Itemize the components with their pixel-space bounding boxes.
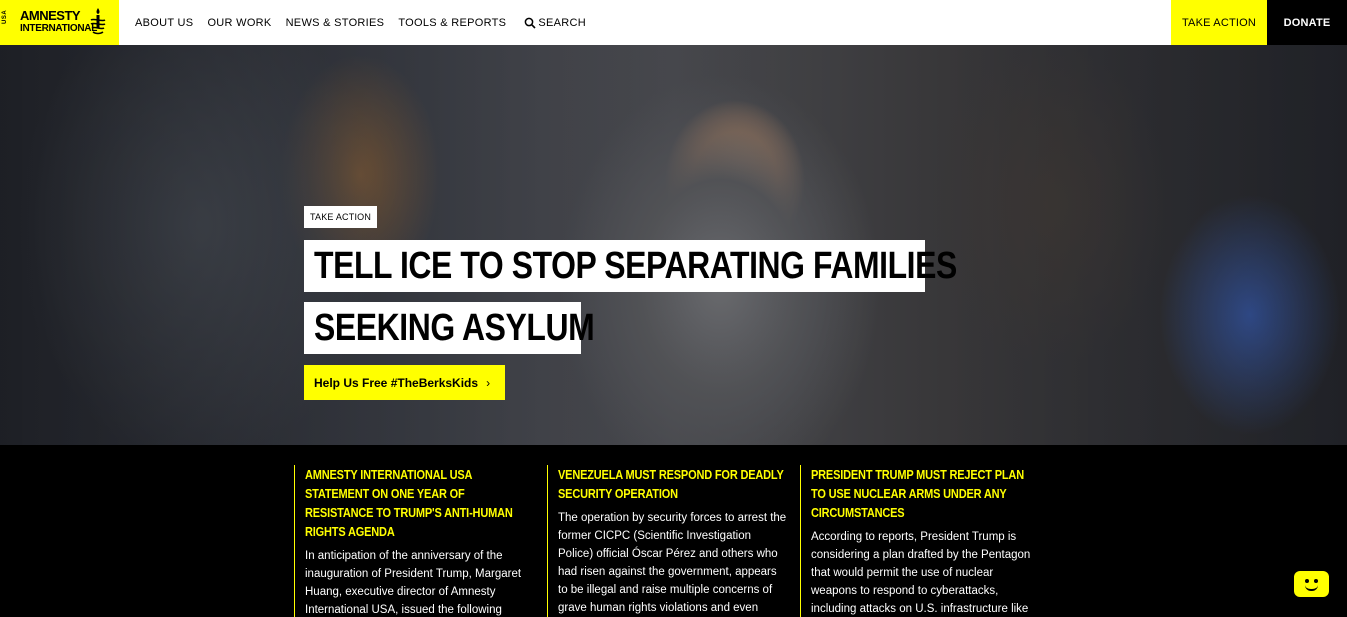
nav-our-work[interactable]: OUR WORK <box>207 17 271 29</box>
hero-banner: TAKE ACTION TELL ICE TO STOP SEPARATING … <box>0 45 1347 445</box>
news-body: In anticipation of the anniversary of th… <box>305 550 522 616</box>
news-item[interactable]: AMNESTY INTERNATIONAL USA STATEMENT ON O… <box>294 465 534 617</box>
hero-cta-label: Help Us Free #TheBerksKids <box>314 375 479 390</box>
take-action-button[interactable]: TAKE ACTION <box>1171 0 1267 45</box>
logo-country: USA <box>2 9 8 24</box>
hero-tag: TAKE ACTION <box>304 206 378 228</box>
news-title-text: VENEZUELA MUST RESPOND FOR DEADLY SECURI… <box>558 468 784 501</box>
news-body: The operation by security forces to arre… <box>558 512 787 614</box>
hero-cta-button[interactable]: Help Us Free #TheBerksKids › <box>304 365 505 400</box>
logo-line1: AMNESTY <box>20 8 81 23</box>
news-title[interactable]: AMNESTY INTERNATIONAL USA STATEMENT ON O… <box>305 466 534 542</box>
news-body: According to reports, President Trump is… <box>811 531 1031 615</box>
news-title[interactable]: VENEZUELA MUST RESPOND FOR DEADLY SECURI… <box>558 466 787 504</box>
news-section: AMNESTY INTERNATIONAL USA STATEMENT ON O… <box>0 445 1347 617</box>
chevron-right-icon: › <box>486 375 491 390</box>
donate-button[interactable]: DONATE <box>1267 0 1347 45</box>
hero-title-text1: TELL ICE TO STOP SEPARATING FAMILIES <box>314 244 957 287</box>
amnesty-logo[interactable]: USA AMNESTY INTERNATIONAL <box>0 0 119 45</box>
chat-widget-button[interactable] <box>1294 571 1329 597</box>
nav-tools-reports[interactable]: TOOLS & REPORTS <box>398 17 506 29</box>
search-icon <box>524 17 536 29</box>
logo-line2: INTERNATIONAL <box>20 23 98 34</box>
news-item[interactable]: PRESIDENT TRUMP MUST REJECT PLAN TO USE … <box>800 465 1040 617</box>
news-title-text: PRESIDENT TRUMP MUST REJECT PLAN TO USE … <box>811 468 1024 520</box>
logo-wordmark: AMNESTY INTERNATIONAL <box>20 9 97 35</box>
chat-eye-icon <box>1314 579 1318 583</box>
site-header: USA AMNESTY INTERNATIONAL ABOUT US OUR W… <box>0 0 1347 45</box>
main-nav: ABOUT US OUR WORK NEWS & STORIES TOOLS &… <box>135 0 600 45</box>
search-button[interactable]: SEARCH <box>524 17 586 29</box>
chat-smile-icon <box>1305 585 1318 591</box>
chat-eye-icon <box>1305 579 1309 583</box>
hero-title-line1: TELL ICE TO STOP SEPARATING FAMILIES <box>304 240 957 292</box>
search-label: SEARCH <box>538 16 586 29</box>
nav-about-us[interactable]: ABOUT US <box>135 17 193 29</box>
nav-news-stories[interactable]: NEWS & STORIES <box>286 17 385 29</box>
news-title[interactable]: PRESIDENT TRUMP MUST REJECT PLAN TO USE … <box>811 466 1040 523</box>
hero-title-text2: SEEKING ASYLUM <box>314 306 595 349</box>
candle-icon <box>90 8 106 35</box>
news-item[interactable]: VENEZUELA MUST RESPOND FOR DEADLY SECURI… <box>547 465 787 617</box>
news-title-text: AMNESTY INTERNATIONAL USA STATEMENT ON O… <box>305 468 513 539</box>
hero-title-line2: SEEKING ASYLUM <box>304 302 595 354</box>
